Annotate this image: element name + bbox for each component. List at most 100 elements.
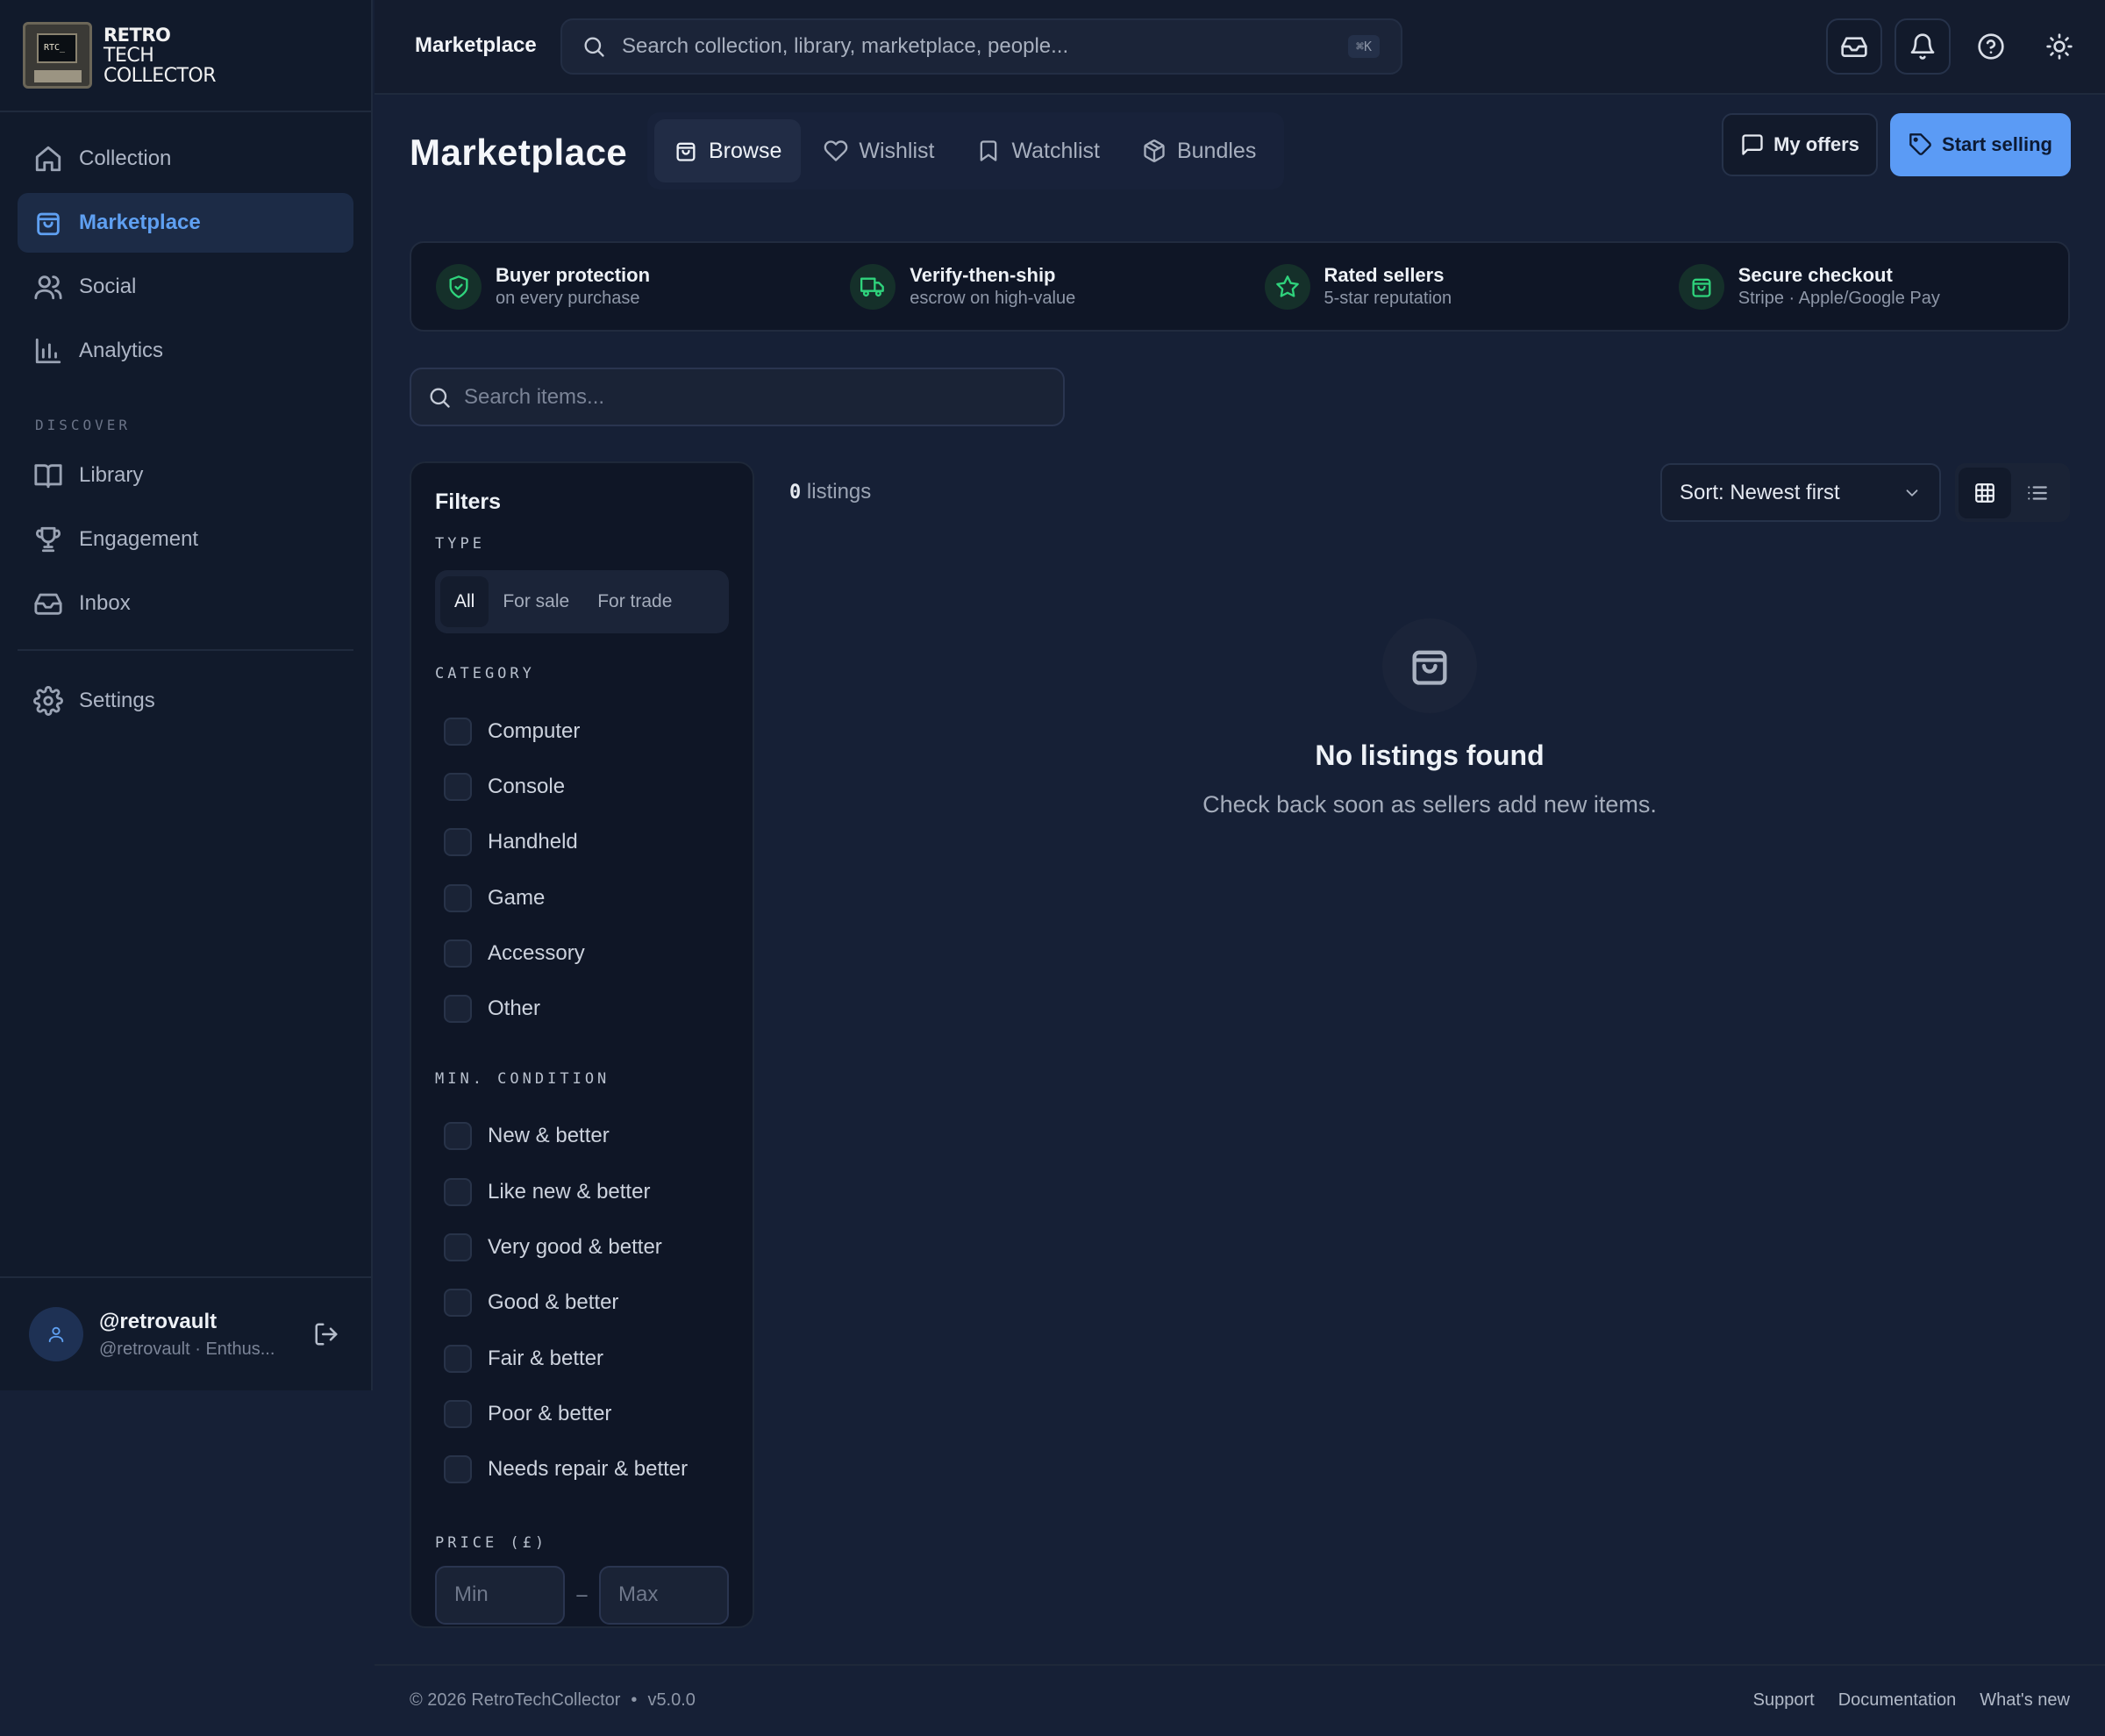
start-selling-button[interactable]: Start selling xyxy=(1890,113,2071,176)
brand-name: RETRO TECH COLLECTOR xyxy=(103,24,217,87)
trust-subtitle: escrow on high-value xyxy=(910,289,1076,308)
shopping-bag-icon xyxy=(1689,275,1714,299)
price-min-input[interactable] xyxy=(435,1565,565,1625)
sidebar-item-label: Collection xyxy=(79,146,172,170)
category-option[interactable]: Accessory xyxy=(435,925,729,981)
trust-subtitle: Stripe · Apple/Google Pay xyxy=(1738,289,1940,308)
footer-link-documentation[interactable]: Documentation xyxy=(1838,1690,1957,1711)
sidebar-nav: Collection Marketplace Social Analytics … xyxy=(0,112,371,731)
type-option-for-trade[interactable]: For trade xyxy=(583,576,686,627)
category-option[interactable]: Game xyxy=(435,870,729,925)
sidebar-item-engagement[interactable]: Engagement xyxy=(18,510,353,569)
checkbox[interactable] xyxy=(444,1399,472,1428)
truck-icon xyxy=(860,275,885,299)
type-option-for-sale[interactable]: For sale xyxy=(489,576,583,627)
trophy-icon xyxy=(33,525,63,554)
condition-option[interactable]: Needs repair & better xyxy=(435,1442,729,1497)
sidebar-item-social[interactable]: Social xyxy=(18,257,353,317)
footer-link-whats-new[interactable]: What's new xyxy=(1980,1690,2070,1711)
checkbox[interactable] xyxy=(444,1344,472,1373)
trust-item: Buyer protection on every purchase xyxy=(411,243,825,330)
theme-toggle-button[interactable] xyxy=(2031,18,2087,75)
logout-icon[interactable] xyxy=(313,1321,339,1347)
condition-list: New & better Like new & better Very good… xyxy=(435,1109,729,1497)
price-max-input[interactable] xyxy=(599,1565,729,1625)
checkbox[interactable] xyxy=(444,1233,472,1262)
price-separator: – xyxy=(576,1583,588,1606)
checkbox[interactable] xyxy=(444,883,472,912)
condition-option[interactable]: New & better xyxy=(435,1109,729,1164)
category-option[interactable]: Other xyxy=(435,981,729,1036)
grid-view-button[interactable] xyxy=(1959,467,2011,518)
global-search[interactable]: ⌘K xyxy=(560,18,1402,75)
price-range: – xyxy=(435,1565,729,1625)
condition-option[interactable]: Like new & better xyxy=(435,1164,729,1219)
sidebar-item-library[interactable]: Library xyxy=(18,446,353,505)
category-option[interactable]: Console xyxy=(435,759,729,814)
checkbox[interactable] xyxy=(444,995,472,1024)
tab-wishlist[interactable]: Wishlist xyxy=(804,119,953,182)
sidebar-item-inbox[interactable]: Inbox xyxy=(18,574,353,633)
sidebar-item-label: Engagement xyxy=(79,527,199,551)
sidebar-item-analytics[interactable]: Analytics xyxy=(18,321,353,381)
condition-option[interactable]: Very good & better xyxy=(435,1219,729,1275)
checkbox[interactable] xyxy=(444,939,472,968)
sidebar-item-label: Inbox xyxy=(79,591,131,615)
checkbox[interactable] xyxy=(444,1177,472,1206)
checkbox[interactable] xyxy=(444,1455,472,1484)
chevron-down-icon xyxy=(1902,483,1922,503)
type-option-all[interactable]: All xyxy=(440,576,489,627)
checkbox-label: Game xyxy=(488,885,546,910)
condition-option[interactable]: Fair & better xyxy=(435,1331,729,1386)
tab-browse[interactable]: Browse xyxy=(654,119,802,182)
help-button[interactable] xyxy=(1963,18,2019,75)
inbox-button[interactable] xyxy=(1826,18,1882,75)
view-toggle xyxy=(1955,463,2070,522)
footer-link-support[interactable]: Support xyxy=(1753,1690,1815,1711)
footer-version: v5.0.0 xyxy=(647,1690,696,1710)
checkbox[interactable] xyxy=(444,772,472,801)
checkbox[interactable] xyxy=(444,828,472,857)
item-search[interactable] xyxy=(410,368,1065,426)
tab-watchlist[interactable]: Watchlist xyxy=(957,119,1118,182)
category-option[interactable]: Computer xyxy=(435,704,729,759)
user-profile[interactable]: @retrovault @retrovault · Enthus... xyxy=(0,1276,371,1390)
search-icon xyxy=(582,34,606,59)
item-search-input[interactable] xyxy=(464,384,1063,410)
condition-option[interactable]: Poor & better xyxy=(435,1386,729,1441)
notifications-button[interactable] xyxy=(1894,18,1951,75)
tab-label: Watchlist xyxy=(1011,138,1100,163)
tab-label: Wishlist xyxy=(859,138,935,163)
package-icon xyxy=(1142,139,1167,163)
checkbox[interactable] xyxy=(444,717,472,746)
list-view-button[interactable] xyxy=(2011,468,2064,518)
condition-option[interactable]: Good & better xyxy=(435,1275,729,1331)
checkbox[interactable] xyxy=(444,1289,472,1318)
topbar-title: Marketplace xyxy=(415,33,537,57)
price-label: PRICE (£) xyxy=(435,1533,548,1552)
checkbox-label: New & better xyxy=(488,1124,610,1148)
sidebar-item-marketplace[interactable]: Marketplace xyxy=(18,193,353,253)
sidebar-item-settings[interactable]: Settings xyxy=(18,671,353,731)
logo-icon: RTC_ xyxy=(23,22,92,89)
checkbox[interactable] xyxy=(444,1122,472,1151)
footer-copyright: © 2026 RetroTechCollector xyxy=(410,1690,621,1710)
user-name: @retrovault xyxy=(99,1309,218,1333)
sidebar-item-collection[interactable]: Collection xyxy=(18,129,353,189)
checkbox-label: Computer xyxy=(488,718,581,743)
filters-title: Filters xyxy=(435,489,502,514)
avatar[interactable] xyxy=(29,1307,83,1361)
page-title: Marketplace xyxy=(410,132,628,173)
tab-bundles[interactable]: Bundles xyxy=(1123,119,1275,182)
sort-select[interactable]: Sort: Newest first xyxy=(1660,463,1941,522)
checkbox-label: Console xyxy=(488,774,566,798)
type-segmented-control: All For sale For trade xyxy=(435,570,729,633)
category-option[interactable]: Handheld xyxy=(435,815,729,870)
my-offers-button[interactable]: My offers xyxy=(1722,113,1878,176)
listing-count: 0 listings xyxy=(789,480,871,504)
list-icon xyxy=(2026,482,2049,504)
shopping-bag-icon xyxy=(1407,643,1452,689)
brand[interactable]: RTC_ RETRO TECH COLLECTOR xyxy=(0,0,371,112)
global-search-input[interactable] xyxy=(622,34,1348,59)
shortcut-badge: ⌘K xyxy=(1347,35,1380,58)
